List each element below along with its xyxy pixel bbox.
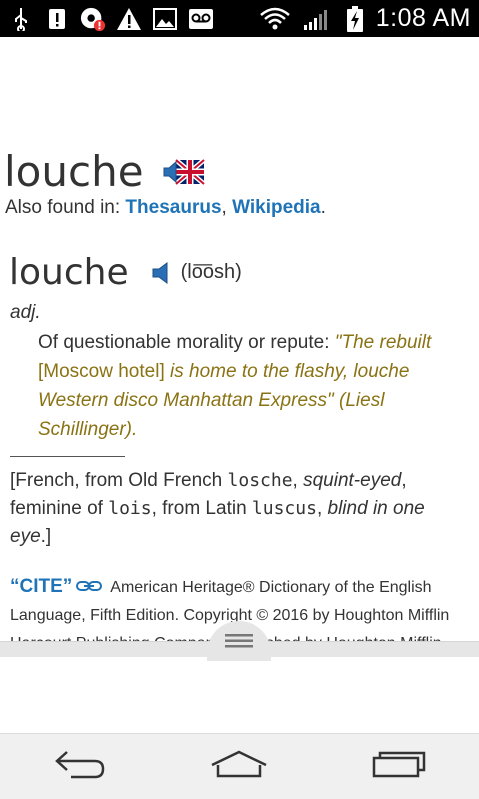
etym-text-3: , from Latin <box>151 498 252 519</box>
menu-icon <box>224 633 254 654</box>
usb-icon <box>8 6 34 32</box>
notification-icon <box>80 6 106 32</box>
link-separator: , <box>221 197 233 218</box>
battery-charging-icon <box>342 5 368 32</box>
entry-word: louche <box>9 252 129 293</box>
divider <box>10 456 125 457</box>
etym-text-4: , <box>316 498 328 519</box>
wifi-icon <box>258 6 292 32</box>
end-punct: . <box>320 197 326 218</box>
dictionary-content[interactable]: louche Also found in: Thesaurus, Wikiped… <box>0 37 479 642</box>
pronunciation: (lo͞osh) <box>180 261 242 283</box>
navigation-bar <box>0 733 479 799</box>
recents-icon <box>372 750 426 783</box>
definition: Of questionable morality or repute: "The… <box>38 328 458 444</box>
cite-button[interactable]: “CITE” <box>10 576 72 597</box>
wikipedia-link[interactable]: Wikipedia <box>232 197 321 218</box>
headword: louche <box>4 147 144 196</box>
etym-word-luscus: luscus <box>251 498 317 519</box>
etym-gloss-1: squint-eyed <box>303 470 402 491</box>
uk-audio-speaker-icon[interactable] <box>162 157 206 186</box>
back-button[interactable] <box>40 742 120 792</box>
home-icon <box>210 749 268 784</box>
speaker-icon[interactable] <box>151 261 173 285</box>
quote-part1: "The rebuilt <box>334 332 432 353</box>
back-icon <box>53 748 107 785</box>
etym-word-losche: losche <box>227 470 293 491</box>
also-found-in: Also found in: Thesaurus, Wikipedia. <box>5 197 326 219</box>
status-right: 1:08 AM <box>258 4 471 33</box>
etym-open: [French, from Old French <box>10 470 228 491</box>
thesaurus-link[interactable]: Thesaurus <box>125 197 221 218</box>
etym-word-lois: lois <box>108 498 152 519</box>
etymology: [French, from Old French losche, squint-… <box>10 470 425 547</box>
voicemail-icon <box>188 6 214 32</box>
page-title: louche <box>4 147 206 196</box>
status-time: 1:08 AM <box>375 4 471 32</box>
recents-button[interactable] <box>359 742 439 792</box>
signal-icon <box>302 6 332 32</box>
status-bar: 1:08 AM <box>0 0 479 37</box>
entry-headword: louche (lo͞osh) <box>9 252 242 293</box>
etym-close: .] <box>40 526 52 547</box>
home-button[interactable] <box>199 742 279 792</box>
definition-text: Of questionable morality or repute: <box>38 332 335 353</box>
warning-icon <box>116 6 142 32</box>
link-icon[interactable] <box>76 574 103 602</box>
quote-bracket: [Moscow hotel] <box>38 361 165 382</box>
also-found-label: Also found in: <box>5 197 126 218</box>
part-of-speech: adj. <box>10 302 41 323</box>
image-icon <box>152 6 178 32</box>
alert-icon <box>44 6 70 32</box>
